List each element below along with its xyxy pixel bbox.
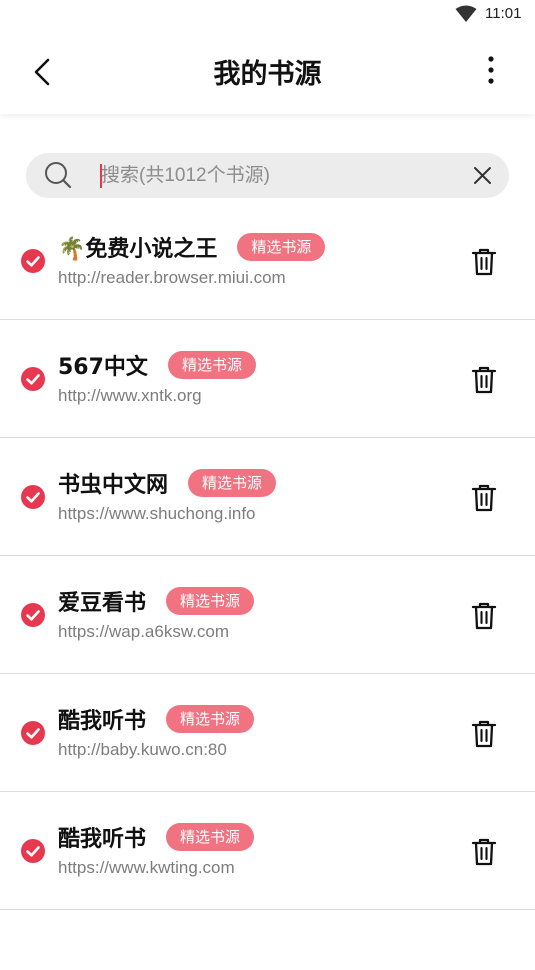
featured-badge: 精选书源 bbox=[166, 587, 255, 615]
source-item[interactable]: 酷我听书 精选书源 http://baby.kuwo.cn:80 bbox=[0, 674, 535, 792]
status-bar: 11:01 bbox=[0, 0, 535, 30]
source-item-partial bbox=[0, 910, 535, 970]
trash-icon bbox=[471, 602, 497, 630]
more-vertical-icon bbox=[488, 56, 494, 84]
checkbox-checked-icon[interactable] bbox=[21, 367, 45, 391]
source-name: 🌴免费小说之王 bbox=[58, 237, 218, 262]
trash-icon bbox=[471, 366, 497, 394]
featured-badge: 精选书源 bbox=[167, 351, 256, 379]
checkbox-checked-icon[interactable] bbox=[21, 721, 45, 745]
source-item[interactable]: 书虫中文网 精选书源 https://www.shuchong.info bbox=[0, 438, 535, 556]
checkbox-checked-icon[interactable] bbox=[21, 485, 45, 509]
search-icon bbox=[45, 162, 72, 189]
delete-button[interactable] bbox=[470, 365, 498, 395]
source-item[interactable]: 567中文 精选书源 http://www.xntk.org bbox=[0, 320, 535, 438]
trash-icon bbox=[471, 484, 497, 512]
wifi-icon bbox=[455, 5, 477, 22]
search-bar bbox=[26, 153, 509, 198]
page-title: 我的书源 bbox=[213, 59, 322, 90]
featured-badge: 精选书源 bbox=[237, 233, 326, 261]
source-name: 酷我听书 bbox=[58, 709, 147, 734]
close-icon bbox=[474, 167, 491, 184]
delete-button[interactable] bbox=[470, 247, 498, 277]
trash-icon bbox=[471, 248, 497, 276]
source-name: 567中文 bbox=[58, 355, 148, 380]
source-item[interactable]: 爱豆看书 精选书源 https://wap.a6ksw.com bbox=[0, 556, 535, 674]
clear-search-button[interactable] bbox=[470, 163, 495, 188]
delete-button[interactable] bbox=[470, 719, 498, 749]
source-title-row: 酷我听书 精选书源 bbox=[58, 704, 255, 734]
source-url: http://reader.browser.miui.com bbox=[58, 268, 286, 287]
search-input[interactable] bbox=[101, 153, 471, 198]
source-url: https://www.kwting.com bbox=[58, 858, 235, 877]
delete-button[interactable] bbox=[470, 601, 498, 631]
source-item[interactable]: 🌴免费小说之王 精选书源 http://reader.browser.miui.… bbox=[0, 202, 535, 320]
source-title-row: 爱豆看书 精选书源 bbox=[58, 586, 255, 616]
source-list: 🌴免费小说之王 精选书源 http://reader.browser.miui.… bbox=[0, 202, 535, 970]
featured-badge: 精选书源 bbox=[188, 469, 277, 497]
source-name: 酷我听书 bbox=[58, 827, 147, 852]
featured-badge: 精选书源 bbox=[166, 823, 255, 851]
delete-button[interactable] bbox=[470, 483, 498, 513]
trash-icon bbox=[471, 838, 497, 866]
delete-button[interactable] bbox=[470, 837, 498, 867]
checkbox-checked-icon[interactable] bbox=[21, 603, 45, 627]
source-name: 爱豆看书 bbox=[58, 591, 147, 616]
source-url: http://www.xntk.org bbox=[58, 386, 202, 405]
checkbox-checked-icon[interactable] bbox=[21, 839, 45, 863]
source-url: https://wap.a6ksw.com bbox=[58, 622, 230, 641]
source-title-row: 酷我听书 精选书源 bbox=[58, 822, 255, 852]
source-item[interactable]: 酷我听书 精选书源 https://www.kwting.com bbox=[0, 792, 535, 910]
checkbox-checked-icon[interactable] bbox=[21, 249, 45, 273]
source-title-row: 567中文 精选书源 bbox=[58, 350, 256, 380]
source-url: https://www.shuchong.info bbox=[58, 504, 256, 523]
featured-badge: 精选书源 bbox=[166, 705, 255, 733]
source-url: http://baby.kuwo.cn:80 bbox=[58, 740, 227, 759]
source-title-row: 🌴免费小说之王 精选书源 bbox=[58, 232, 326, 262]
status-time: 11:01 bbox=[485, 5, 522, 22]
app-bar: 我的书源 bbox=[0, 30, 535, 114]
source-title-row: 书虫中文网 精选书源 bbox=[58, 468, 277, 498]
trash-icon bbox=[471, 720, 497, 748]
more-options-button[interactable] bbox=[474, 54, 510, 90]
source-name: 书虫中文网 bbox=[58, 473, 169, 498]
